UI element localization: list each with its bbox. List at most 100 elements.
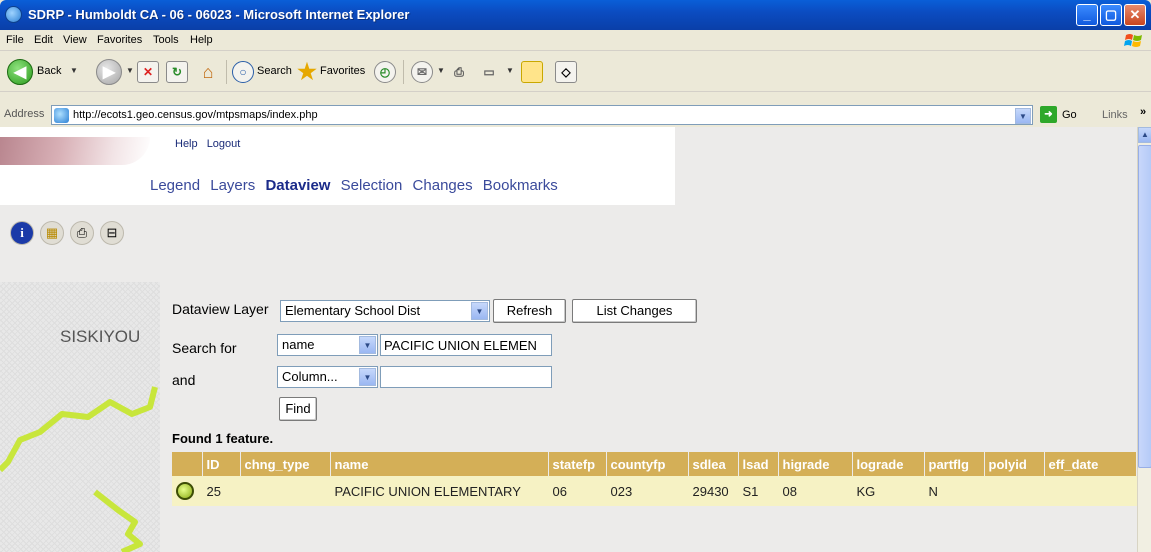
links-button[interactable]: Links — [1102, 109, 1128, 121]
refresh-icon[interactable]: ↻ — [166, 61, 188, 83]
find-button[interactable]: Find — [279, 397, 317, 421]
mail-dropdown-icon[interactable]: ▼ — [437, 66, 445, 75]
standard-toolbar: ◀ Back ▼ ▶ ▼ ✕ ↻ ⌂ ○ Search ★ Favorites … — [0, 52, 1151, 92]
minimize-button[interactable]: _ — [1076, 4, 1098, 26]
col-partflg[interactable]: partflg — [924, 452, 985, 476]
cell-lograde: KG — [852, 476, 925, 506]
col-id[interactable]: ID — [202, 452, 241, 476]
edit-dropdown-icon[interactable]: ▼ — [506, 66, 514, 75]
address-dropdown-icon[interactable]: ▼ — [1015, 108, 1031, 124]
map-icon[interactable]: ▦ — [40, 221, 64, 245]
chevron-down-icon[interactable]: ▼ — [471, 302, 488, 320]
search-icon[interactable]: ○ — [232, 61, 254, 83]
col-lograde[interactable]: lograde — [852, 452, 925, 476]
stop-icon[interactable]: ✕ — [137, 61, 159, 83]
edit-page-icon[interactable]: ▭ — [478, 61, 500, 83]
and-column-value: Column... — [282, 369, 338, 384]
print-icon[interactable]: ⎙ — [448, 61, 470, 83]
vertical-scrollbar[interactable]: ▲ — [1137, 127, 1151, 552]
col-sdlea[interactable]: sdlea — [688, 452, 739, 476]
col-zoom — [172, 452, 203, 476]
cell-chng-type — [240, 476, 331, 506]
info-icon[interactable]: i — [10, 221, 34, 245]
table-row[interactable]: 25 PACIFIC UNION ELEMENTARY 06 023 29430… — [172, 476, 1137, 506]
cell-statefp: 06 — [548, 476, 607, 506]
page-icon — [54, 108, 69, 123]
forward-arrow-icon[interactable]: ▶ — [96, 59, 122, 85]
list-changes-button[interactable]: List Changes — [572, 299, 697, 323]
back-dropdown-icon[interactable]: ▼ — [70, 66, 78, 75]
col-statefp[interactable]: statefp — [548, 452, 607, 476]
help-link[interactable]: Help — [175, 138, 198, 150]
zoom-cell[interactable] — [172, 476, 203, 506]
address-input[interactable]: http://ecots1.geo.census.gov/mtpsmaps/in… — [51, 105, 1033, 125]
close-button[interactable]: ✕ — [1124, 4, 1146, 26]
home-icon[interactable]: ⌂ — [197, 61, 219, 83]
favorites-label[interactable]: Favorites — [320, 65, 365, 77]
header-links: Help Logout — [175, 138, 246, 150]
forward-dropdown-icon[interactable]: ▼ — [126, 66, 134, 75]
history-icon[interactable]: ◴ — [374, 61, 396, 83]
map-county-label: SISKIYOU — [60, 327, 141, 346]
col-name[interactable]: name — [330, 452, 549, 476]
search-input[interactable]: PACIFIC UNION ELEMEN — [380, 334, 552, 356]
tab-selection[interactable]: Selection — [341, 177, 403, 194]
map-view[interactable]: SISKIYOU — [0, 282, 160, 552]
search-column-select[interactable]: name ▼ — [277, 334, 378, 356]
back-label[interactable]: Back — [37, 65, 61, 77]
maximize-button[interactable]: ▢ — [1100, 4, 1122, 26]
cell-sdlea: 29430 — [688, 476, 739, 506]
back-arrow-icon[interactable]: ◀ — [7, 59, 33, 85]
tab-dataview[interactable]: Dataview — [265, 177, 330, 194]
menu-edit[interactable]: Edit — [34, 34, 53, 46]
col-lsad[interactable]: lsad — [738, 452, 779, 476]
search-label[interactable]: Search — [257, 65, 292, 77]
tab-changes[interactable]: Changes — [413, 177, 473, 194]
results-table: ID chng_type name statefp countyfp sdlea… — [172, 452, 1137, 506]
cell-id: 25 — [202, 476, 241, 506]
menu-view[interactable]: View — [63, 34, 87, 46]
dataview-layer-select[interactable]: Elementary School Dist ▼ — [280, 300, 490, 322]
note-icon[interactable] — [521, 61, 543, 83]
chevron-down-icon[interactable]: ▼ — [359, 336, 376, 354]
address-url[interactable]: http://ecots1.geo.census.gov/mtpsmaps/in… — [73, 109, 318, 121]
and-column-select[interactable]: Column... ▼ — [277, 366, 378, 388]
menu-help[interactable]: Help — [190, 34, 213, 46]
and-input[interactable] — [380, 366, 552, 388]
tab-legend[interactable]: Legend — [150, 177, 200, 194]
print-icon[interactable]: ⎙ — [70, 221, 94, 245]
database-icon[interactable]: ⊟ — [100, 221, 124, 245]
chevron-down-icon[interactable]: ▼ — [359, 368, 376, 386]
go-arrow-icon[interactable]: ➜ — [1040, 106, 1057, 123]
page-content: Help Logout Legend Layers Dataview Selec… — [0, 127, 1137, 552]
col-eff-date[interactable]: eff_date — [1044, 452, 1137, 476]
menu-tools[interactable]: Tools — [153, 34, 179, 46]
address-bar: Address http://ecots1.geo.census.gov/mtp… — [0, 104, 1151, 126]
cell-lsad: S1 — [738, 476, 779, 506]
go-button[interactable]: Go — [1062, 109, 1077, 121]
links-chevron-icon[interactable]: » — [1140, 106, 1146, 118]
app-header: Help Logout Legend Layers Dataview Selec… — [0, 127, 675, 205]
cell-partflg: N — [924, 476, 985, 506]
toolbar-separator — [403, 60, 404, 84]
cell-eff-date — [1044, 476, 1137, 506]
scroll-thumb[interactable] — [1138, 145, 1151, 468]
refresh-button[interactable]: Refresh — [493, 299, 566, 323]
zoom-to-feature-icon[interactable] — [176, 482, 194, 500]
col-countyfp[interactable]: countyfp — [606, 452, 689, 476]
tab-layers[interactable]: Layers — [210, 177, 255, 194]
favorites-star-icon[interactable]: ★ — [296, 61, 318, 83]
col-higrade[interactable]: higrade — [778, 452, 853, 476]
scroll-up-icon[interactable]: ▲ — [1138, 127, 1151, 143]
col-polyid[interactable]: polyid — [984, 452, 1045, 476]
messenger-icon[interactable]: ◇ — [555, 61, 577, 83]
cell-polyid — [984, 476, 1045, 506]
window-title: SDRP - Humboldt CA - 06 - 06023 - Micros… — [28, 7, 410, 22]
mail-icon[interactable]: ✉ — [411, 61, 433, 83]
tab-bookmarks[interactable]: Bookmarks — [483, 177, 558, 194]
found-count: Found 1 feature. — [172, 431, 274, 446]
menu-favorites[interactable]: Favorites — [97, 34, 142, 46]
logout-link[interactable]: Logout — [207, 138, 241, 150]
col-chng-type[interactable]: chng_type — [240, 452, 331, 476]
menu-file[interactable]: File — [6, 34, 24, 46]
